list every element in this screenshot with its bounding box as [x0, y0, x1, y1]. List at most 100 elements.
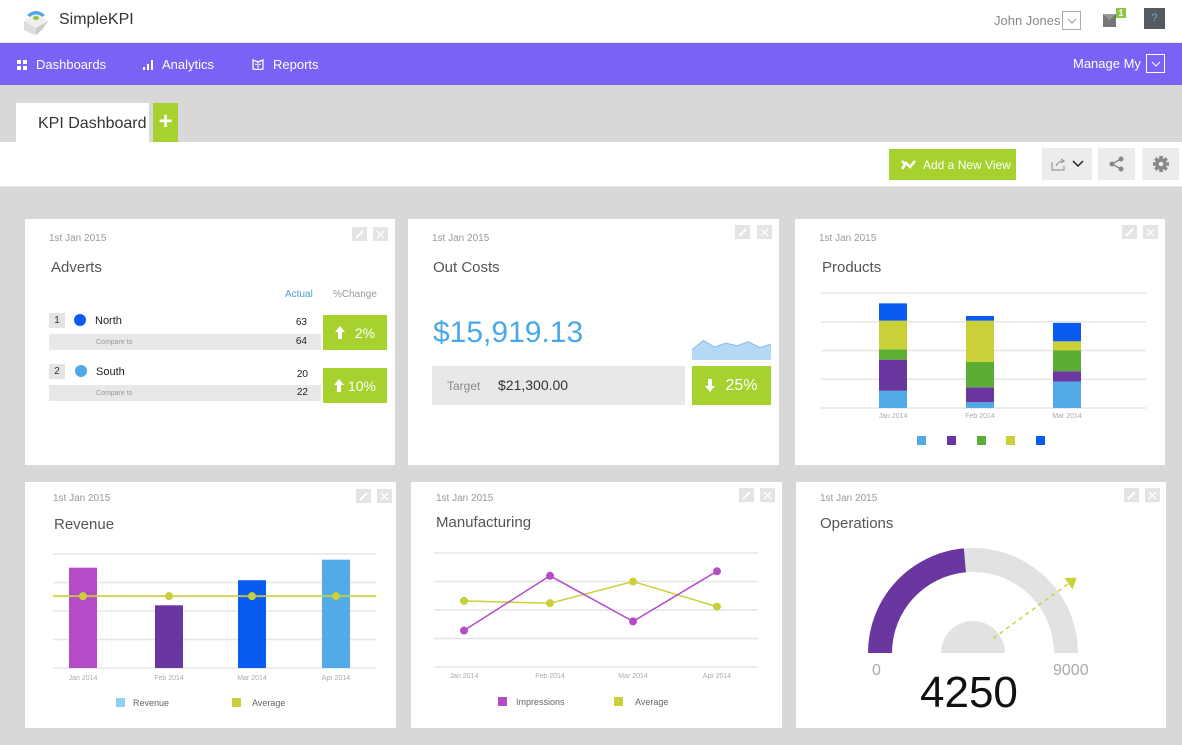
add-new-view-button[interactable]: Add a New View: [889, 149, 1016, 180]
compare-label: Compare to: [96, 339, 133, 346]
series-point: [713, 602, 721, 611]
widget-title: Out Costs: [433, 259, 500, 276]
change-value: 2%: [354, 324, 376, 341]
bar-segment: [966, 387, 994, 403]
x-tick-label: Feb 2014: [965, 413, 995, 420]
chevron-down-icon: [1151, 61, 1160, 67]
settings-button[interactable]: [1142, 148, 1179, 180]
target-label: Target: [447, 379, 481, 393]
legend-swatch-average: [614, 697, 623, 706]
share-button[interactable]: [1098, 148, 1135, 180]
series-point: [713, 567, 721, 576]
series-point: [629, 617, 637, 626]
nav-dashboards[interactable]: Dashboards: [17, 57, 106, 72]
x-tick-label: Jan 2014: [450, 673, 479, 680]
widget-manufacturing: 1st Jan 2015 Manufacturing Jan 2014 Feb 2…: [411, 482, 782, 728]
bar-segment: [879, 303, 907, 321]
average-point: [79, 592, 87, 601]
x-tick-label: Jan 2014: [69, 675, 98, 682]
close-button[interactable]: [373, 227, 388, 241]
x-tick-label: Apr 2014: [703, 673, 732, 680]
add-tab-button[interactable]: +: [153, 103, 178, 142]
arrow-up-icon: [333, 379, 344, 392]
manage-my-menu[interactable]: Manage My: [1073, 56, 1141, 71]
gauge-value: 4250: [920, 668, 1018, 717]
change-value: 25%: [725, 376, 758, 394]
bar-chart-icon: [143, 59, 153, 70]
user-menu-dropdown[interactable]: [1062, 11, 1081, 30]
x-tick-label: Jan 2014: [879, 413, 908, 420]
legend-swatch-average: [232, 698, 241, 707]
change-badge: 25%: [692, 366, 771, 405]
help-button[interactable]: ?: [1144, 8, 1165, 29]
export-button[interactable]: [1042, 148, 1092, 180]
legend-swatch: [917, 436, 926, 445]
row-name: North: [95, 315, 122, 327]
col-actual: Actual: [285, 289, 313, 300]
widget-operations: 1st Jan 2015 Operations 0 9000 4250: [796, 482, 1166, 728]
revenue-bar: [69, 567, 97, 668]
change-value: 10%: [347, 377, 377, 394]
row-rank: 1: [49, 313, 65, 328]
edit-button[interactable]: [735, 225, 750, 239]
chevron-down-icon: [1067, 18, 1076, 24]
row-name: South: [96, 366, 125, 378]
close-button[interactable]: [757, 225, 772, 239]
revenue-bar: [322, 559, 350, 668]
bar-segment: [966, 316, 994, 321]
legend-swatch: [977, 436, 986, 445]
gear-icon: [1152, 156, 1169, 172]
widget-revenue: 1st Jan 2015 Revenue Jan 2014 Feb 2014 Mar…: [25, 482, 396, 728]
export-icon: [1050, 158, 1065, 171]
close-icon: [376, 230, 385, 238]
gauge-target-marker: [1064, 577, 1077, 590]
target-value: $21,300.00: [498, 377, 569, 393]
mail-count-badge: 1: [1116, 8, 1126, 18]
widget-date: 1st Jan 2015: [49, 233, 107, 244]
bar-segment: [1053, 322, 1081, 342]
bar-segment: [1053, 341, 1081, 351]
bar-segment: [1053, 381, 1081, 408]
top-bar: SimpleKPI John Jones 1 ?: [0, 0, 1182, 43]
bar-segment: [879, 390, 907, 408]
arrow-down-icon: [705, 379, 716, 392]
col-change: %Change: [333, 289, 377, 300]
logo-icon: [24, 11, 48, 35]
book-icon: [252, 59, 264, 70]
user-name[interactable]: John Jones: [994, 13, 1061, 28]
average-point: [165, 592, 173, 601]
pencil-icon: [738, 227, 747, 237]
revenue-bar: [155, 605, 183, 668]
series-point: [629, 577, 637, 586]
manage-dropdown[interactable]: [1146, 54, 1165, 73]
gauge-min: 0: [872, 662, 881, 679]
series-line: [463, 570, 718, 632]
revenue-chart: Jan 2014 Feb 2014 Mar 2014 Apr 2014 Revenue A…: [53, 553, 376, 708]
series-point: [546, 571, 554, 580]
nav-label: Dashboards: [36, 57, 107, 72]
nav-label: Reports: [273, 57, 319, 72]
add-view-label: Add a New View: [923, 157, 1011, 172]
edit-button[interactable]: [352, 227, 367, 241]
tab-kpi-dashboard[interactable]: KPI Dashboard: [16, 103, 149, 142]
toolbar: Add a New View: [0, 142, 1182, 187]
x-tick-label: Feb 2014: [535, 673, 565, 680]
products-chart: Jan 2014 Feb 2014 Mar 2014: [821, 292, 1146, 445]
sparkline-area: [692, 340, 771, 360]
arrow-up-icon: [334, 326, 345, 339]
x-tick-label: Apr 2014: [322, 675, 351, 682]
legend-swatch: [1036, 436, 1045, 445]
bar-segment: [879, 320, 907, 350]
bar-segment: [966, 320, 994, 362]
nav-reports[interactable]: Reports: [252, 57, 319, 72]
x-tick-label: Feb 2014: [154, 675, 184, 682]
bar-segment: [966, 402, 994, 408]
bar-segment: [879, 349, 907, 360]
close-icon: [760, 228, 769, 236]
brand-name[interactable]: SimpleKPI: [59, 11, 134, 29]
average-point: [332, 592, 340, 601]
bar-segment: [1053, 350, 1081, 372]
x-tick-label: Mar 2014: [1052, 413, 1082, 420]
row-compare: 22: [296, 387, 308, 398]
nav-analytics[interactable]: Analytics: [143, 57, 214, 72]
